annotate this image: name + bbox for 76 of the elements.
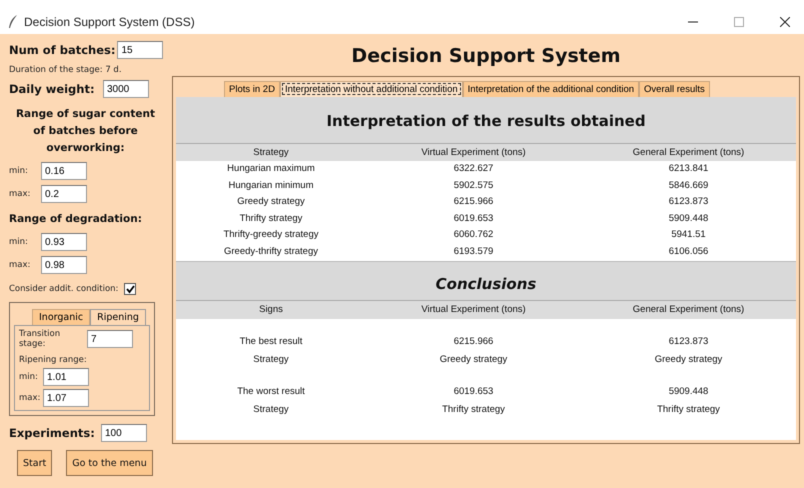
input-field[interactable]: 1.01 <box>43 368 89 386</box>
tab[interactable]: Interpretation of the additional condition <box>462 81 640 97</box>
table-cell-text: Greedy strategy <box>236 196 306 208</box>
field-label: Ripening range: <box>19 355 88 365</box>
table-cell-text: Strategy <box>252 354 290 365</box>
input-field[interactable]: 100 <box>101 424 147 442</box>
table-cell-text: 6060.762 <box>452 229 494 240</box>
table-cell-text: Strategy <box>252 404 290 415</box>
table-cell-text: Hungarian minimum <box>227 180 314 191</box>
table-cell-text: 6322.627 <box>452 163 494 174</box>
column-header: Strategy <box>252 146 290 158</box>
table-cell-text: 6193.579 <box>452 246 494 257</box>
field-label: max: <box>9 189 32 199</box>
column-header: General Experiment (tons) <box>632 304 746 315</box>
input-field[interactable]: 1.07 <box>43 389 89 407</box>
field-label: max: <box>9 260 32 270</box>
column-header: Virtual Experiment (tons) <box>420 304 527 315</box>
table-cell-text: Thrifty-greedy strategy <box>222 229 320 240</box>
input-field[interactable]: 3000 <box>103 80 149 98</box>
window-title: Decision Support System (DSS) <box>24 15 195 29</box>
input-field[interactable]: 15 <box>117 41 164 59</box>
tab[interactable]: Plots in 2D <box>224 81 280 97</box>
table-cell-text: 6019.653 <box>452 386 494 397</box>
field-label: min: <box>9 166 29 176</box>
table-cell-text: The best result <box>238 336 304 347</box>
section-title: Conclusions <box>434 274 538 294</box>
tab[interactable]: Interpretation without additional condition <box>280 81 463 97</box>
stage-duration: Duration of the stage: 7 d. <box>9 65 123 75</box>
table-cell-text: 6215.966 <box>452 336 494 347</box>
checkbox-label: Consider addit. condition: <box>9 284 118 294</box>
app-title: Decision Support System <box>350 44 622 69</box>
field-label: min: <box>9 237 29 247</box>
table-cell-text: 6213.841 <box>668 163 710 174</box>
table-cell-text: 5941.51 <box>670 229 707 240</box>
start-button[interactable]: Start <box>17 450 52 476</box>
table-cell-text: Greedy strategy <box>438 354 508 365</box>
input-field[interactable]: 0.16 <box>41 162 87 180</box>
section-title: Interpretation of the results obtained <box>325 111 647 132</box>
table-cell-text: 6106.056 <box>668 246 710 257</box>
table-cell-text: 5909.448 <box>668 212 710 224</box>
tab[interactable]: Overall results <box>639 81 710 97</box>
section-heading: Range of sugar content of batches before overworking: <box>14 107 156 156</box>
tab[interactable]: Inorganic <box>32 309 90 325</box>
table-cell-text: Thrifty strategy <box>238 212 304 224</box>
table-cell-text: 6123.873 <box>668 196 710 208</box>
input-field[interactable]: 0.98 <box>41 256 87 274</box>
field-label: Experiments: <box>9 426 96 440</box>
column-header: Virtual Experiment (tons) <box>420 146 527 158</box>
table-cell-text: 6215.966 <box>452 196 494 208</box>
field-label: max: <box>19 393 42 403</box>
field-label: Daily weight: <box>9 82 96 96</box>
field-label: Transition stage: <box>19 329 62 349</box>
field-label: Num of batches: <box>9 43 116 57</box>
feather-icon <box>8 15 18 29</box>
field-label: min: <box>19 372 39 382</box>
checkbox[interactable] <box>124 283 136 295</box>
table-cell-text: 5909.448 <box>668 386 710 397</box>
column-header: Signs <box>258 304 284 315</box>
table-cell-text: Greedy-thrifty strategy <box>223 246 319 257</box>
close-icon[interactable] <box>780 17 790 27</box>
table-cell-text: Thrifty strategy <box>656 404 721 415</box>
column-header: General Experiment (tons) <box>632 146 746 158</box>
input-field[interactable]: 0.93 <box>41 233 87 251</box>
table-cell-text: 6019.653 <box>452 212 494 224</box>
table-cell-text: 5902.575 <box>452 180 494 191</box>
table-cell-text: Thrifty strategy <box>441 404 506 415</box>
table-cell-text: 6123.873 <box>668 336 710 347</box>
table-cell-text: The worst result <box>236 386 306 397</box>
menu-button[interactable]: Go to the menu <box>66 450 153 476</box>
section-heading: Range of degradation: <box>9 212 143 227</box>
table-cell-text: Hungarian maximum <box>226 163 316 174</box>
input-field[interactable]: 7 <box>87 330 133 348</box>
input-field[interactable]: 0.2 <box>41 185 87 203</box>
table-cell-text: 5846.669 <box>668 180 710 191</box>
tab[interactable]: Ripening <box>90 309 146 325</box>
table-cell-text: Greedy strategy <box>654 354 724 365</box>
